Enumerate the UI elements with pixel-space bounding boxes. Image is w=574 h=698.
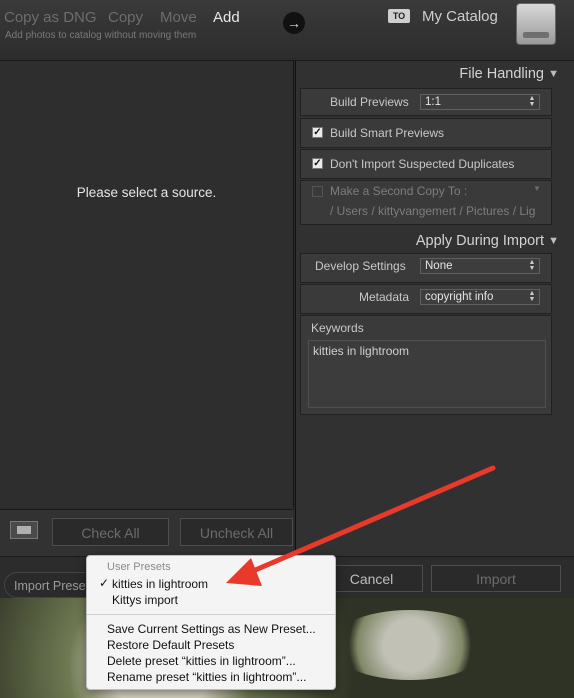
uncheck-all-button[interactable]: Uncheck All [180, 518, 293, 546]
view-toggle-icon[interactable] [10, 521, 38, 539]
checkmark-icon: ✓ [99, 576, 110, 590]
up-down-icon: ▲ ▼ [528, 259, 536, 272]
file-handling-header[interactable]: File Handling [459, 66, 544, 82]
keywords-label: Keywords [311, 321, 364, 335]
menu-divider [87, 614, 335, 615]
destination-catalog[interactable]: My Catalog [422, 8, 498, 25]
mode-description: Add photos to catalog without moving the… [5, 30, 197, 41]
menu-item-restore-defaults[interactable]: Restore Default Presets [107, 638, 234, 652]
dont-import-checkbox[interactable]: ✓ [312, 158, 323, 169]
develop-settings-label: Develop Settings [315, 259, 406, 273]
mode-copy[interactable]: Copy [108, 9, 143, 26]
select-source-message: Please select a source. [76, 185, 217, 200]
build-previews-label: Build Previews [330, 95, 409, 109]
build-previews-value: 1:1 [425, 96, 441, 108]
collapse-triangle-icon[interactable]: ▼ [548, 68, 559, 80]
dont-import-label: Don't Import Suspected Duplicates [330, 157, 515, 171]
menu-item-save-preset[interactable]: Save Current Settings as New Preset... [107, 622, 316, 636]
menu-item-rename-preset[interactable]: Rename preset “kitties in lightroom”... [107, 670, 306, 684]
check-all-button[interactable]: Check All [52, 518, 169, 546]
metadata-select[interactable]: copyright info ▲ ▼ [420, 289, 540, 305]
second-copy-checkbox[interactable] [312, 186, 323, 197]
to-badge: TO [388, 9, 410, 23]
import-preset-menu: User Presets ✓ kitties in lightroom Kitt… [86, 555, 336, 690]
smart-previews-checkbox[interactable]: ✓ [312, 127, 323, 138]
source-grid-area [0, 61, 294, 508]
develop-settings-select[interactable]: None ▲ ▼ [420, 258, 540, 274]
menu-item-delete-preset[interactable]: Delete preset “kitties in lightroom”... [107, 654, 296, 668]
dropdown-triangle-icon[interactable]: ▼ [533, 184, 541, 193]
menu-item-kitties-in-lightroom[interactable]: kitties in lightroom [112, 577, 208, 591]
mode-add[interactable]: Add [213, 9, 240, 26]
user-presets-header: User Presets [107, 561, 171, 573]
import-preset-button[interactable]: Import Preset [4, 572, 96, 598]
up-down-icon: ▲ ▼ [528, 290, 536, 303]
metadata-label: Metadata [359, 290, 410, 304]
collapse-triangle-icon[interactable]: ▼ [548, 235, 559, 247]
import-button[interactable]: Import [431, 565, 561, 592]
develop-settings-value: None [425, 260, 453, 272]
metadata-value: copyright info [425, 291, 494, 303]
build-previews-select[interactable]: 1:1 ▲ ▼ [420, 94, 540, 110]
menu-item-kittys-import[interactable]: Kittys import [112, 593, 178, 607]
smart-previews-label: Build Smart Previews [330, 126, 445, 140]
hard-drive-icon[interactable] [516, 3, 556, 45]
right-arrow-icon[interactable]: → [283, 12, 305, 34]
mode-copy-as-dng[interactable]: Copy as DNG [4, 9, 97, 26]
second-copy-label: Make a Second Copy To : [330, 184, 468, 198]
mode-move[interactable]: Move [160, 9, 197, 26]
second-copy-path: / Users / kittyvangemert / Pictures / Li… [330, 204, 536, 218]
up-down-icon: ▲ ▼ [528, 95, 536, 108]
keywords-field[interactable]: kitties in lightroom [308, 340, 546, 408]
apply-during-import-header[interactable]: Apply During Import [416, 233, 544, 249]
